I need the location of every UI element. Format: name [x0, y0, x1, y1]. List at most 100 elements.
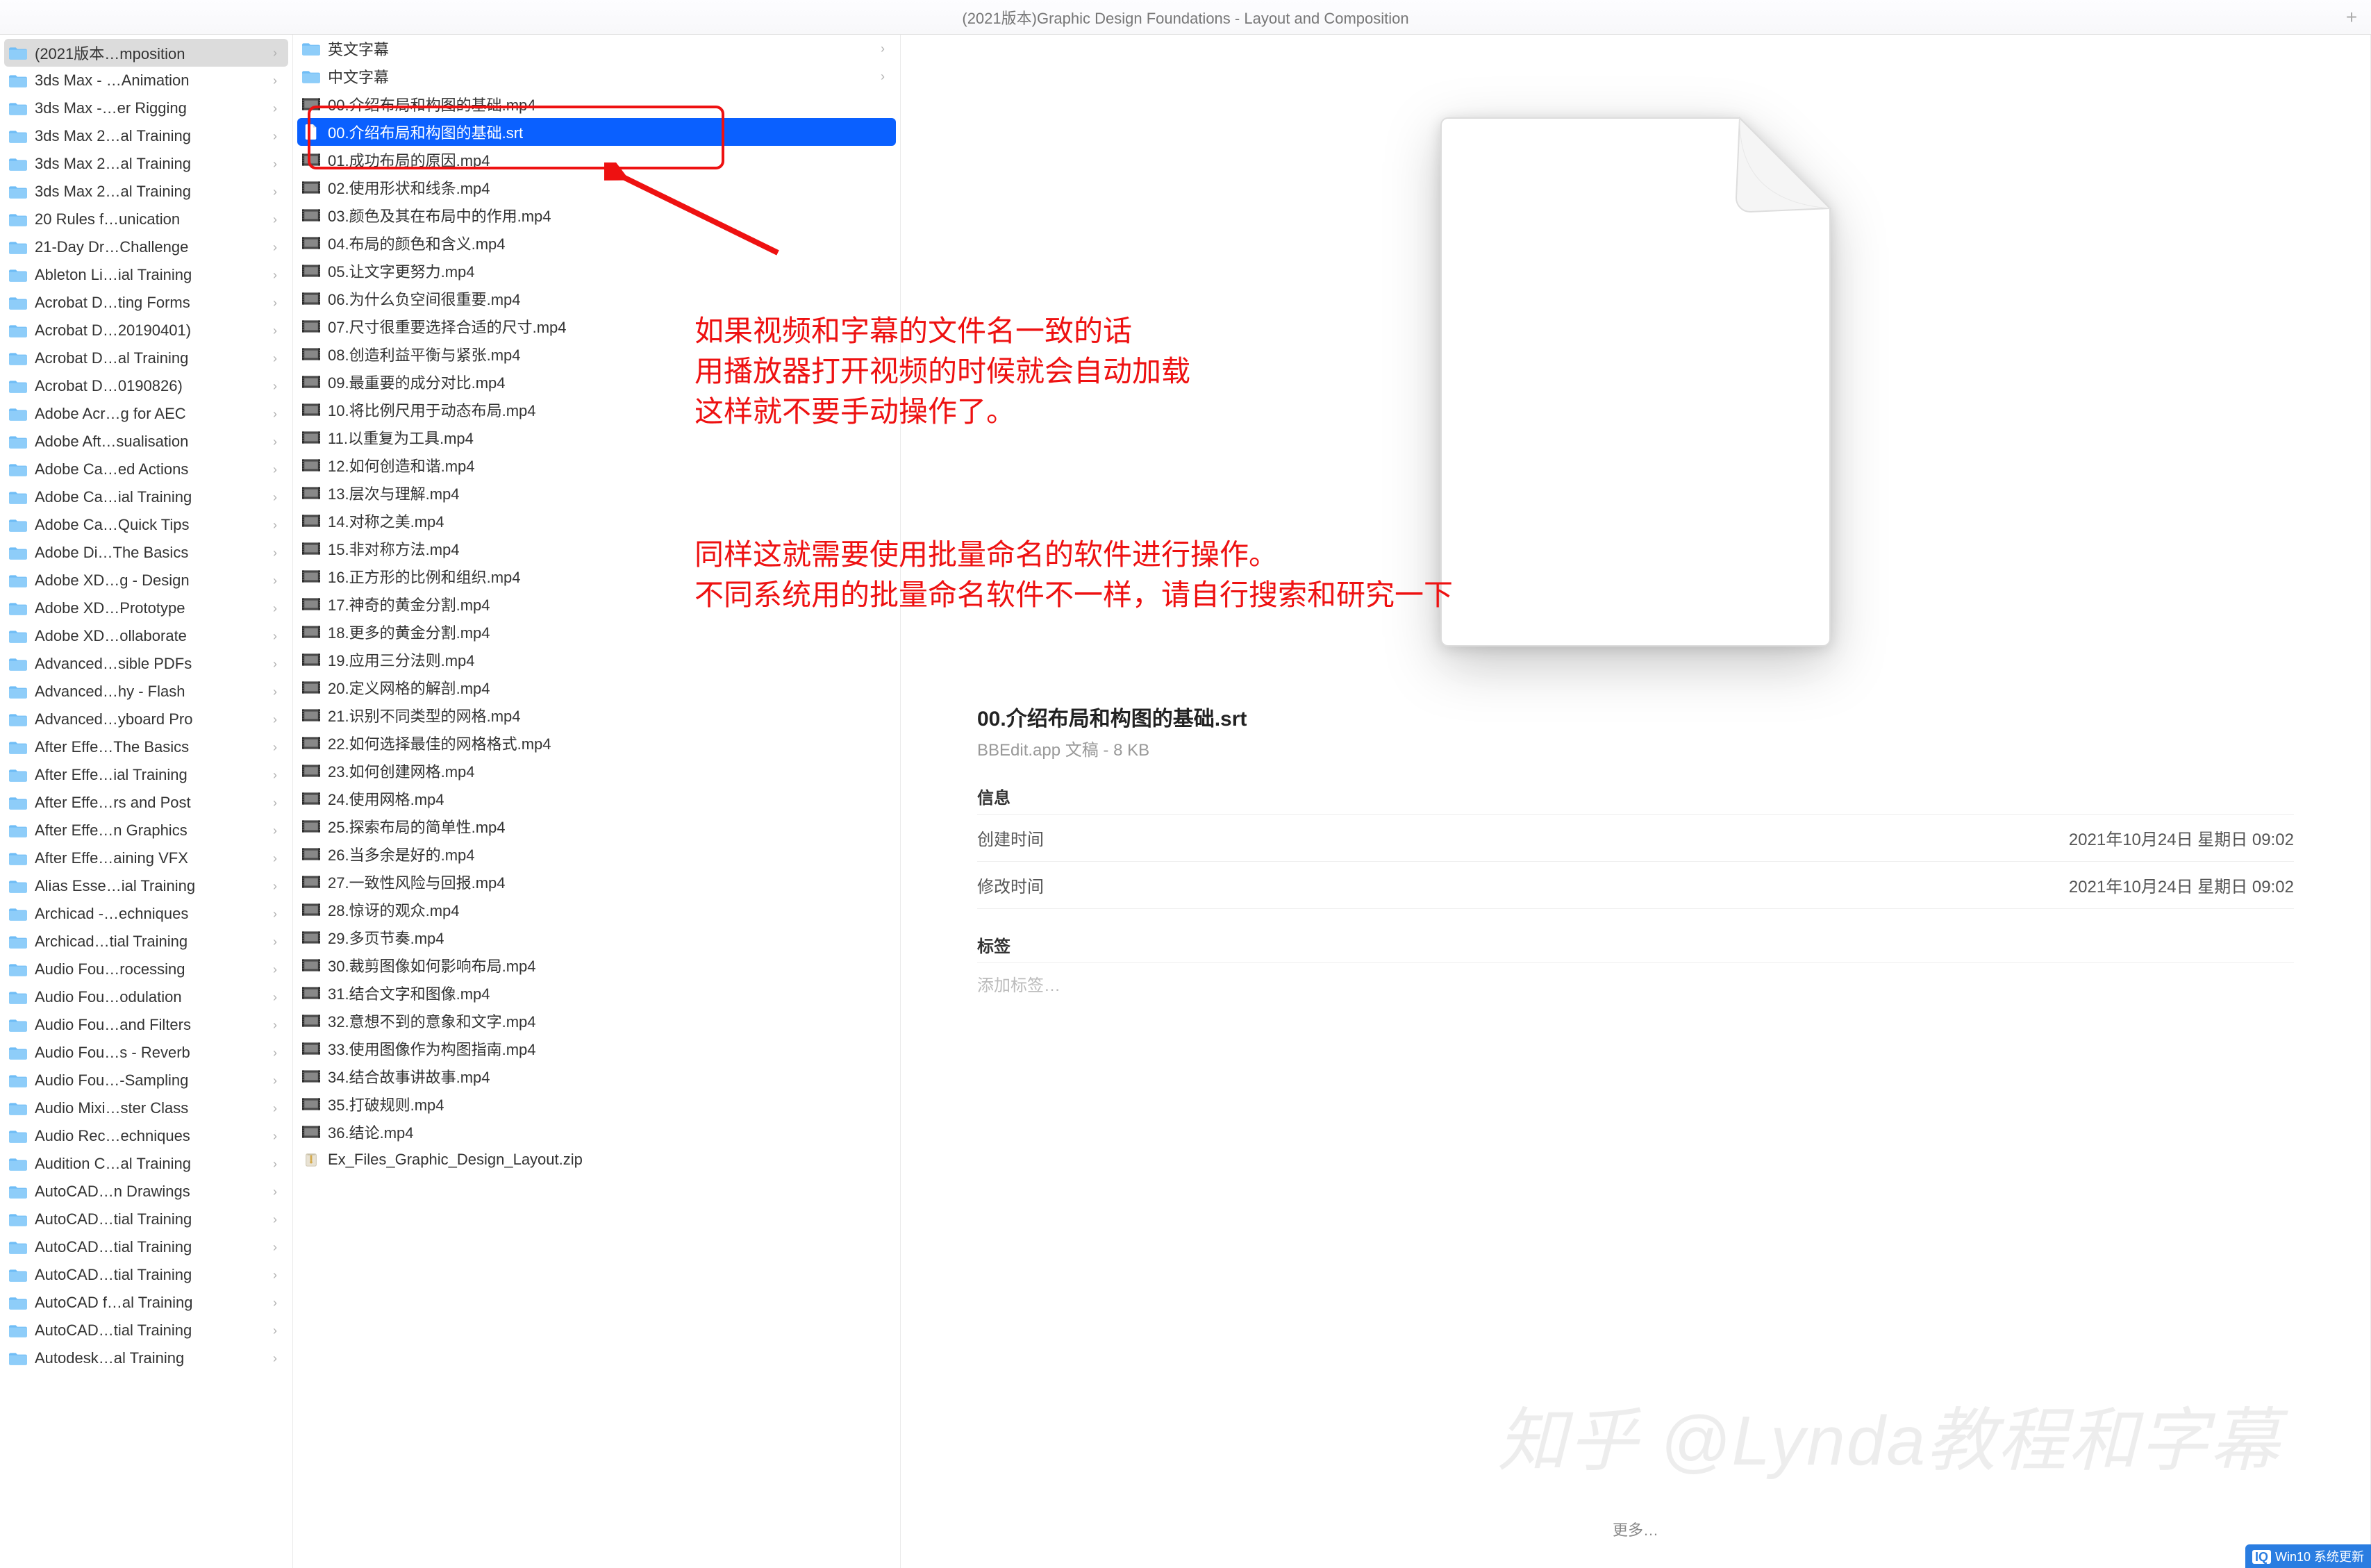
sidebar-folder-item[interactable]: AutoCAD…n Drawings›: [0, 1178, 292, 1206]
sidebar-folder-item[interactable]: Adobe Ca…ed Actions›: [0, 456, 292, 483]
file-item[interactable]: 09.最重要的成分对比.mp4: [293, 368, 900, 396]
sidebar-folder-item[interactable]: Advanced…yboard Pro›: [0, 706, 292, 733]
sidebar-folder-item[interactable]: 20 Rules f…unication›: [0, 206, 292, 233]
file-item[interactable]: 31.结合文字和图像.mp4: [293, 979, 900, 1007]
sidebar-folder-item[interactable]: Advanced…sible PDFs›: [0, 650, 292, 678]
sidebar-folder-item[interactable]: Adobe XD…Prototype›: [0, 594, 292, 622]
sidebar-folder-item[interactable]: Adobe Aft…sualisation›: [0, 428, 292, 456]
sidebar-folder-item[interactable]: 3ds Max 2…al Training›: [0, 178, 292, 206]
sidebar-folder-item[interactable]: After Effe…n Graphics›: [0, 817, 292, 844]
file-item[interactable]: 14.对称之美.mp4: [293, 507, 900, 535]
file-item-selected[interactable]: 00.介绍布局和构图的基础.srt: [297, 118, 896, 146]
file-item[interactable]: 06.为什么负空间很重要.mp4: [293, 285, 900, 312]
sidebar-folder-item[interactable]: Audio Fou…odulation›: [0, 983, 292, 1011]
file-item[interactable]: 04.布局的颜色和含义.mp4: [293, 229, 900, 257]
sidebar-folder-item[interactable]: Acrobat D…20190401)›: [0, 317, 292, 344]
sidebar-folder-item[interactable]: Ableton Li…ial Training›: [0, 261, 292, 289]
file-item[interactable]: 25.探索布局的简单性.mp4: [293, 812, 900, 840]
sidebar-folder-item[interactable]: Audio Fou…s - Reverb›: [0, 1039, 292, 1067]
file-item[interactable]: 05.让文字更努力.mp4: [293, 257, 900, 285]
subfolder-item[interactable]: 中文字幕›: [293, 62, 900, 90]
file-item[interactable]: 08.创造利益平衡与紧张.mp4: [293, 340, 900, 368]
file-item[interactable]: 32.意想不到的意象和文字.mp4: [293, 1007, 900, 1035]
file-item[interactable]: 35.打破规则.mp4: [293, 1090, 900, 1118]
file-item[interactable]: 23.如何创建网格.mp4: [293, 757, 900, 785]
sidebar-folder-item[interactable]: Audio Fou…-Sampling›: [0, 1067, 292, 1094]
sidebar-folder-item[interactable]: After Effe…ial Training›: [0, 761, 292, 789]
sidebar-folder-item[interactable]: 3ds Max 2…al Training›: [0, 122, 292, 150]
file-item[interactable]: 01.成功布局的原因.mp4: [293, 146, 900, 174]
file-label: 03.颜色及其在布局中的作用.mp4: [328, 204, 892, 226]
file-item[interactable]: 21.识别不同类型的网格.mp4: [293, 701, 900, 729]
sidebar-folder-item[interactable]: Adobe XD…g - Design›: [0, 567, 292, 594]
sidebar-folder-item[interactable]: AutoCAD…tial Training›: [0, 1317, 292, 1344]
sidebar-folder-item[interactable]: (2021版本…mposition›: [4, 39, 288, 67]
sidebar-folder-item[interactable]: 21-Day Dr…Challenge›: [0, 233, 292, 261]
sidebar-folder-item[interactable]: Archicad…tial Training›: [0, 928, 292, 956]
sidebar-folder-item[interactable]: After Effe…rs and Post›: [0, 789, 292, 817]
file-item[interactable]: 15.非对称方法.mp4: [293, 535, 900, 562]
file-item[interactable]: 12.如何创造和谐.mp4: [293, 451, 900, 479]
sidebar-folder-item[interactable]: After Effe…The Basics›: [0, 733, 292, 761]
chevron-right-icon: ›: [273, 601, 284, 616]
file-item[interactable]: Ex_Files_Graphic_Design_Layout.zip: [293, 1146, 900, 1174]
file-item[interactable]: 03.颜色及其在布局中的作用.mp4: [293, 201, 900, 229]
subfolder-item[interactable]: 英文字幕›: [293, 35, 900, 62]
sidebar-folder-item[interactable]: Adobe Acr…g for AEC›: [0, 400, 292, 428]
sidebar-folder-item[interactable]: Alias Esse…ial Training›: [0, 872, 292, 900]
file-item[interactable]: 27.一致性风险与回报.mp4: [293, 868, 900, 896]
sidebar-folder-item[interactable]: AutoCAD…tial Training›: [0, 1261, 292, 1289]
sidebar-folder-item[interactable]: 3ds Max - …Animation›: [0, 67, 292, 94]
file-item[interactable]: 26.当多余是好的.mp4: [293, 840, 900, 868]
sidebar-folder-item[interactable]: Audio Mixi…ster Class›: [0, 1094, 292, 1122]
file-item[interactable]: 11.以重复为工具.mp4: [293, 424, 900, 451]
sidebar-folder-item[interactable]: Archicad -…echniques›: [0, 900, 292, 928]
sidebar-folder-item[interactable]: Acrobat D…ting Forms›: [0, 289, 292, 317]
sidebar-folder-item[interactable]: Audio Rec…echniques›: [0, 1122, 292, 1150]
file-item[interactable]: 00.介绍布局和构图的基础.mp4: [293, 90, 900, 118]
file-item[interactable]: 34.结合故事讲故事.mp4: [293, 1062, 900, 1090]
sidebar-folder-item[interactable]: Autodesk…al Training›: [0, 1344, 292, 1372]
sidebar-folder-item[interactable]: Adobe XD…ollaborate›: [0, 622, 292, 650]
sidebar-folder-item[interactable]: Adobe Di…The Basics›: [0, 539, 292, 567]
file-label: 09.最重要的成分对比.mp4: [328, 371, 892, 393]
titlebar: (2021版本)Graphic Design Foundations - Lay…: [0, 0, 2371, 35]
sidebar-folder-item[interactable]: Advanced…hy - Flash›: [0, 678, 292, 706]
file-item[interactable]: 17.神奇的黄金分割.mp4: [293, 590, 900, 618]
sidebar-folder-item[interactable]: AutoCAD…tial Training›: [0, 1206, 292, 1233]
more-button[interactable]: 更多…: [956, 1511, 2315, 1568]
file-label: 02.使用形状和线条.mp4: [328, 176, 892, 199]
tags-add-field[interactable]: 添加标签…: [977, 963, 2294, 996]
file-item[interactable]: 30.裁剪图像如何影响布局.mp4: [293, 951, 900, 979]
file-item[interactable]: 13.层次与理解.mp4: [293, 479, 900, 507]
file-item[interactable]: 07.尺寸很重要选择合适的尺寸.mp4: [293, 312, 900, 340]
folder-column-2[interactable]: 英文字幕›中文字幕›00.介绍布局和构图的基础.mp400.介绍布局和构图的基础…: [293, 35, 901, 1568]
file-item[interactable]: 24.使用网格.mp4: [293, 785, 900, 812]
sidebar-folder-item[interactable]: Audio Fou…and Filters›: [0, 1011, 292, 1039]
file-item[interactable]: 33.使用图像作为构图指南.mp4: [293, 1035, 900, 1062]
sidebar-folder-item[interactable]: After Effe…aining VFX›: [0, 844, 292, 872]
sidebar-folder-item[interactable]: AutoCAD…tial Training›: [0, 1233, 292, 1261]
file-item[interactable]: 29.多页节奏.mp4: [293, 924, 900, 951]
file-item[interactable]: 36.结论.mp4: [293, 1118, 900, 1146]
sidebar-folder-item[interactable]: AutoCAD f…al Training›: [0, 1289, 292, 1317]
sidebar-folder-item[interactable]: Acrobat D…al Training›: [0, 344, 292, 372]
file-item[interactable]: 20.定义网格的解剖.mp4: [293, 674, 900, 701]
file-item[interactable]: 19.应用三分法则.mp4: [293, 646, 900, 674]
file-label: 27.一致性风险与回报.mp4: [328, 871, 892, 893]
new-tab-button[interactable]: +: [2339, 5, 2364, 30]
file-item[interactable]: 16.正方形的比例和组织.mp4: [293, 562, 900, 590]
file-item[interactable]: 18.更多的黄金分割.mp4: [293, 618, 900, 646]
sidebar-folder-item[interactable]: Audition C…al Training›: [0, 1150, 292, 1178]
sidebar-folder-item[interactable]: 3ds Max 2…al Training›: [0, 150, 292, 178]
sidebar-folder-item[interactable]: 3ds Max -…er Rigging›: [0, 94, 292, 122]
sidebar-folder-item[interactable]: Adobe Ca…ial Training›: [0, 483, 292, 511]
file-item[interactable]: 02.使用形状和线条.mp4: [293, 174, 900, 201]
file-item[interactable]: 28.惊讶的观众.mp4: [293, 896, 900, 924]
sidebar-folder-item[interactable]: Adobe Ca…Quick Tips›: [0, 511, 292, 539]
folder-column-1[interactable]: (2021版本…mposition›3ds Max - …Animation›3…: [0, 35, 293, 1568]
file-item[interactable]: 10.将比例尺用于动态布局.mp4: [293, 396, 900, 424]
sidebar-folder-item[interactable]: Acrobat D…0190826)›: [0, 372, 292, 400]
file-item[interactable]: 22.如何选择最佳的网格格式.mp4: [293, 729, 900, 757]
sidebar-folder-item[interactable]: Audio Fou…rocessing›: [0, 956, 292, 983]
